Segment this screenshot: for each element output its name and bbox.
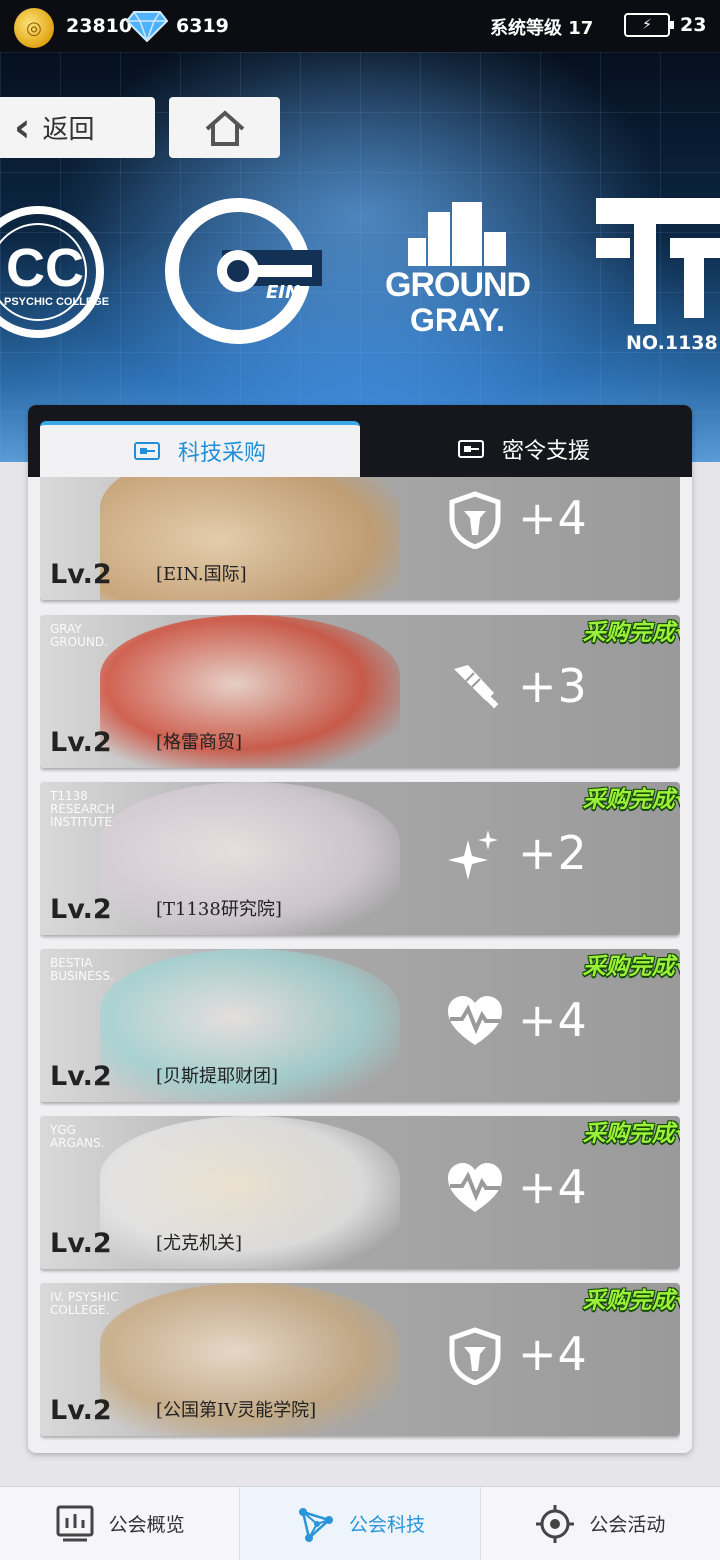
- card-faction-name: [尤克机关]: [156, 1233, 243, 1254]
- ein-logo: [165, 198, 322, 344]
- card-corner-tag: BESTIA BUSINESS.: [50, 956, 114, 984]
- back-button[interactable]: ‹ 返回: [0, 97, 155, 158]
- heart-pulse-icon: [448, 996, 502, 1045]
- nav-guild-overview[interactable]: 公会概览: [0, 1487, 241, 1560]
- card-level: Lv.2: [50, 894, 112, 925]
- character-portrait: [100, 1116, 400, 1269]
- card-level: Lv.2: [50, 1228, 112, 1259]
- nav-guild-activity[interactable]: 公会活动: [481, 1487, 720, 1560]
- card-level: Lv.2: [50, 1061, 112, 1092]
- purchase-complete-badge: 采购完成√: [582, 954, 680, 980]
- nav-guild-activity-label: 公会活动: [589, 1514, 666, 1536]
- card-bonus: +4: [518, 993, 588, 1047]
- gem-value: 6319: [176, 15, 229, 37]
- diamond-icon: [126, 11, 168, 42]
- network-icon: [298, 1507, 333, 1542]
- system-level: 系统等级 17: [490, 18, 594, 39]
- back-button-label: 返回: [42, 115, 95, 145]
- t1138-logo-text: NO.1138: [626, 332, 718, 354]
- shield-icon: [449, 1327, 501, 1385]
- home-icon: [205, 109, 244, 146]
- card-faction-name: [公国第IV灵能学院]: [156, 1400, 317, 1421]
- sparkle-icon: [448, 830, 498, 880]
- card-bonus: +4: [518, 1327, 588, 1381]
- card-faction-name: [贝斯提耶财团]: [156, 1066, 279, 1087]
- character-portrait: [100, 477, 400, 600]
- svg-text:CC: CC: [6, 238, 84, 298]
- ground-gray-building-icon: [408, 202, 506, 266]
- t1138-logo: [596, 198, 720, 324]
- tab-bar: 科技采购 密令支援: [28, 405, 692, 477]
- purchase-complete-badge: 采购完成√: [582, 1288, 680, 1314]
- card-bonus: +3: [518, 659, 588, 713]
- card-bonus: +2: [518, 826, 588, 880]
- nav-guild-overview-label: 公会概览: [108, 1514, 185, 1536]
- ground-gray-line2: GRAY.: [410, 302, 505, 338]
- card-corner-tag: IV. PSYSHIC COLLEGE.: [50, 1290, 119, 1318]
- card-corner-tag: T1138 RESEARCH INSTITUTE: [50, 789, 115, 830]
- purchase-complete-badge: 采购完成√: [582, 620, 680, 646]
- card-icon: [457, 440, 484, 458]
- chart-board-icon: [56, 1505, 94, 1541]
- energy-battery-icon: ⚡: [624, 13, 674, 37]
- status-bar: ◎ 23810 6319 系统等级 17 ⚡ 23: [0, 0, 720, 52]
- card-faction-name: [格雷商贸]: [156, 732, 243, 753]
- purchase-complete-badge: 采购完成√: [582, 787, 680, 813]
- bottom-nav: 公会概览 公会科技 公会活动: [0, 1486, 720, 1560]
- nav-guild-tech[interactable]: 公会科技: [240, 1487, 481, 1560]
- energy-value: 23: [680, 14, 707, 36]
- tab-tech-purchase[interactable]: 科技采购: [40, 421, 360, 477]
- list-item[interactable]: Lv.2 [EIN.国际] +4: [40, 477, 680, 600]
- card-level: Lv.2: [50, 559, 112, 590]
- card-bonus: +4: [518, 491, 588, 545]
- card-level: Lv.2: [50, 727, 112, 758]
- purchase-complete-badge: 采购完成√: [582, 1121, 680, 1147]
- psychic-college-logo: CC: [0, 206, 104, 338]
- card-faction-name: [EIN.国际]: [156, 564, 247, 585]
- coin-value: 23810: [66, 15, 133, 37]
- character-portrait: [100, 615, 400, 768]
- psychic-college-logo-text: PSYCHIC COLLEGE: [4, 296, 110, 308]
- shield-icon: [449, 491, 501, 549]
- card-level: Lv.2: [50, 1395, 112, 1426]
- purchase-list: Lv.2 [EIN.国际] +4 GRAY GROUND. Lv.2 [格雷商贸…: [40, 477, 680, 1447]
- card-corner-tag: GRAY GROUND.: [50, 622, 108, 650]
- heart-pulse-icon: [448, 1163, 502, 1212]
- tab-secret-support[interactable]: 密令支援: [368, 421, 680, 477]
- tab-tech-purchase-label: 科技采购: [177, 441, 266, 466]
- coin-icon: ◎: [14, 8, 54, 48]
- card-faction-name: [T1138研究院]: [156, 899, 282, 920]
- card-icon: [133, 442, 160, 460]
- tab-secret-support-label: 密令支援: [501, 439, 590, 464]
- ein-logo-text: EIN: [266, 282, 301, 303]
- ground-gray-line1: GROUND: [385, 266, 531, 304]
- nav-guild-tech-label: 公会科技: [348, 1514, 425, 1536]
- card-corner-tag: YGG ARGANS.: [50, 1123, 105, 1151]
- tech-panel: 科技采购 密令支援 Lv.2 [EIN.国际] +4 GRAY GROUND. …: [28, 405, 692, 1453]
- target-icon: [536, 1504, 575, 1543]
- syringe-icon: [454, 665, 499, 709]
- home-button[interactable]: [169, 97, 280, 158]
- card-bonus: +4: [518, 1160, 588, 1214]
- chevron-left-icon: ‹: [14, 104, 31, 151]
